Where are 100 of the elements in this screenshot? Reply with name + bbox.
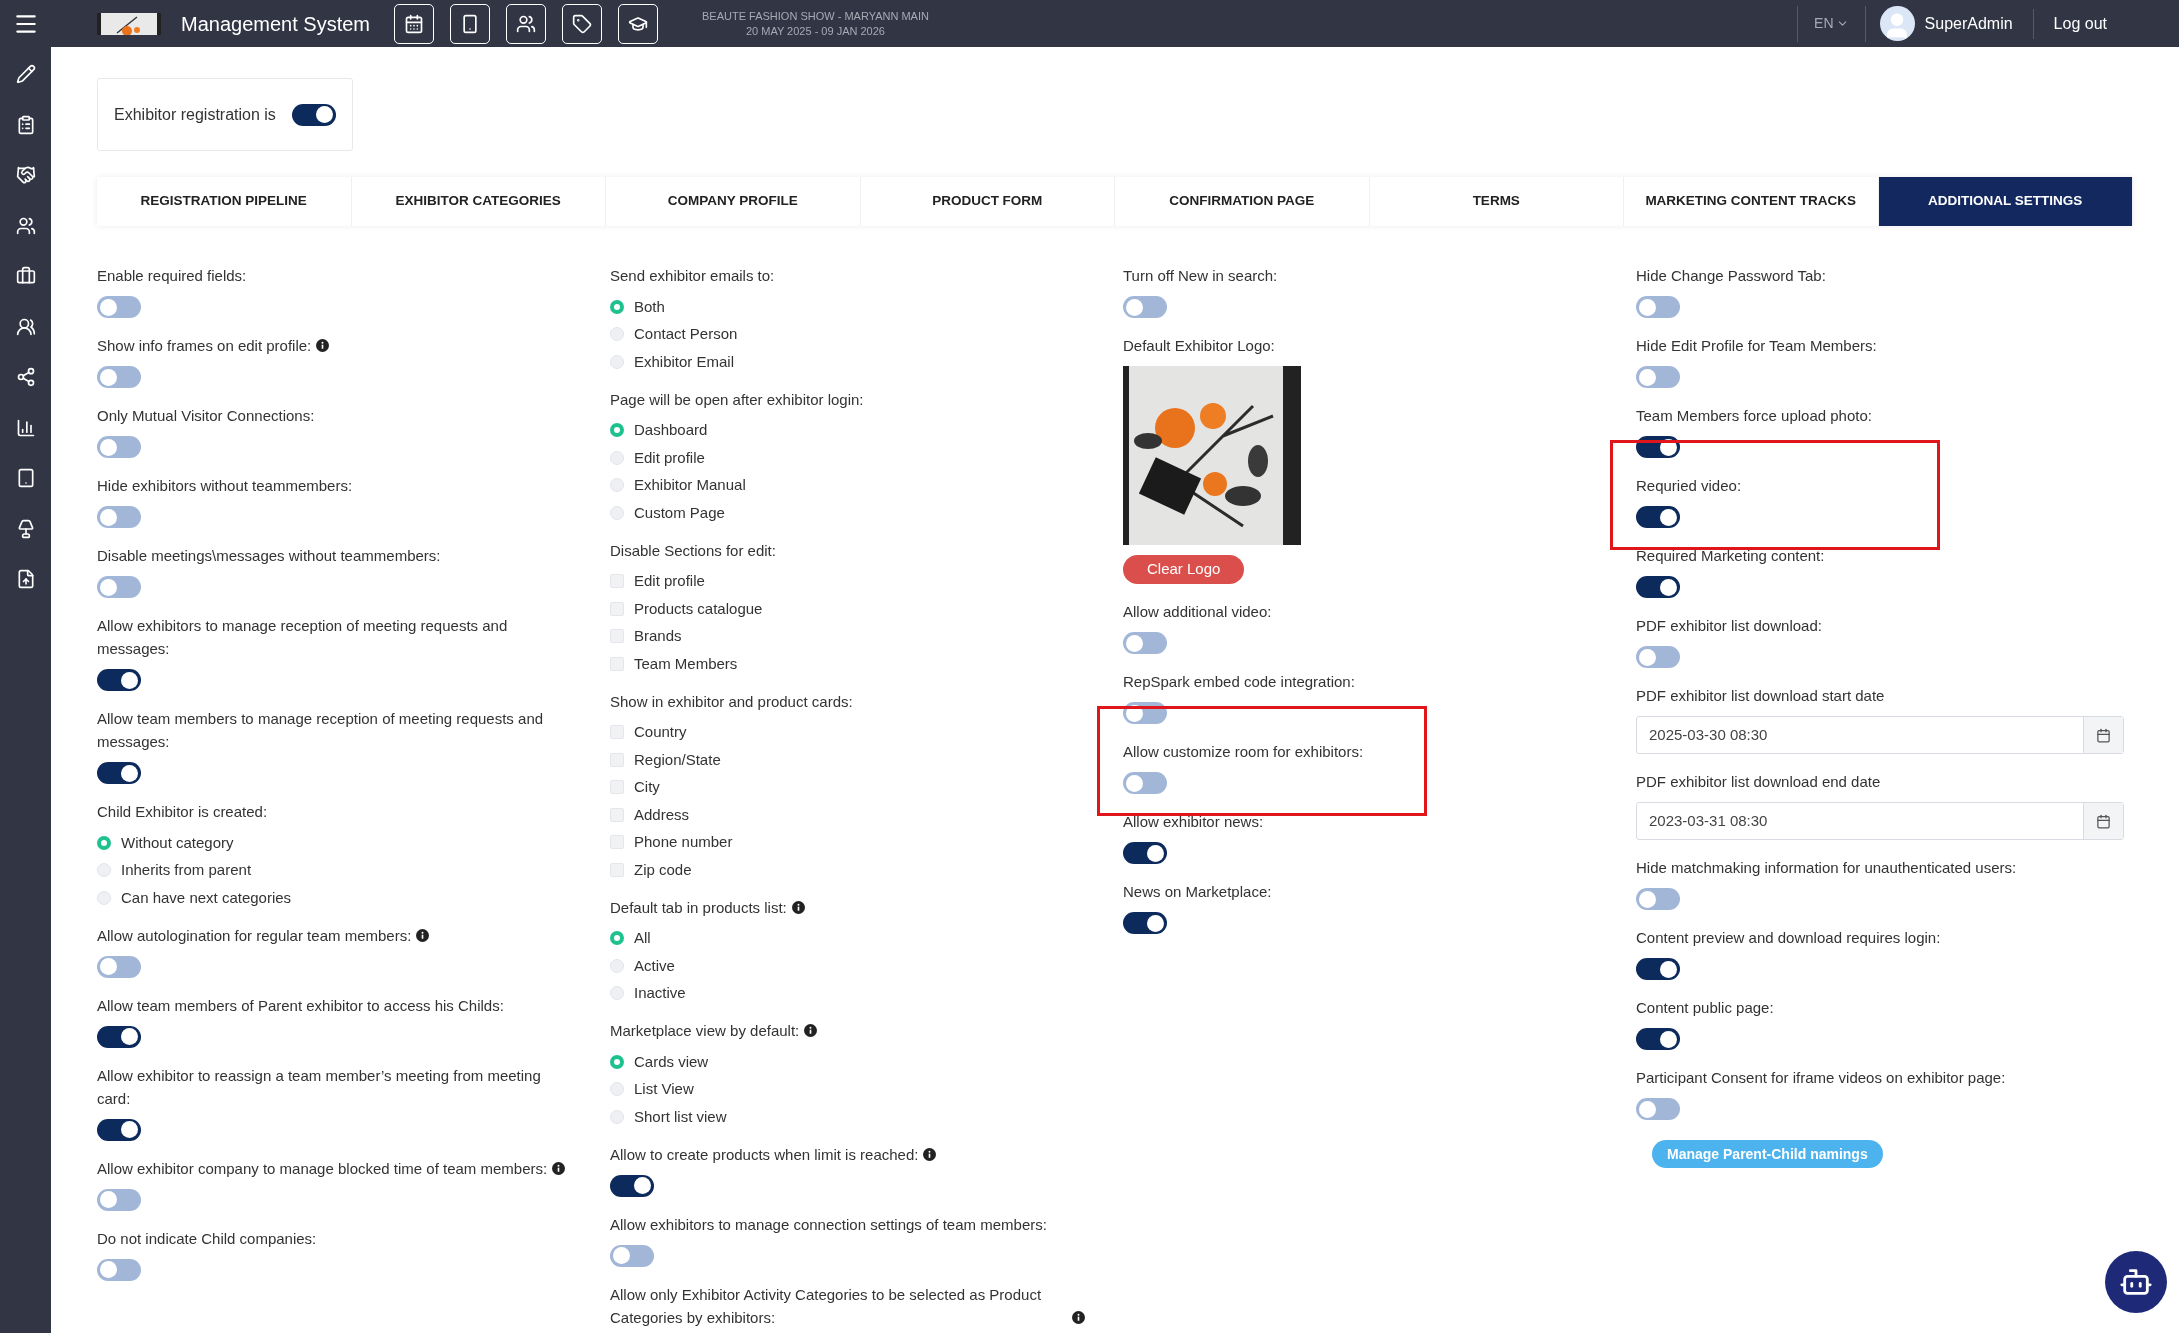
toggle-switch[interactable] [97,1118,141,1141]
users-icon[interactable] [15,316,36,337]
toggle-switch[interactable] [1636,296,1680,318]
radio-button[interactable] [97,835,111,850]
checkbox[interactable] [610,862,624,877]
checkbox[interactable] [610,656,624,671]
share-icon[interactable] [15,367,36,387]
tab[interactable]: ADDITIONAL SETTINGS [1878,177,2133,226]
bar-chart-icon[interactable] [15,417,36,438]
phone-icon [460,13,480,34]
setting-label: Allow exhibitor company to manage blocked time of team members: [97,1158,548,1179]
checkbox-label: Zip code [634,859,692,880]
toggle-switch[interactable] [97,669,141,691]
setting-label: Do not indicate Child companies: [97,1228,317,1249]
checkbox[interactable] [610,835,624,850]
language-selector[interactable]: EN [1798,13,1865,34]
toggle-switch[interactable] [97,506,141,528]
checkbox[interactable] [610,574,624,589]
calendar-button[interactable] [394,3,434,44]
registration-toggle[interactable] [291,103,336,126]
setting-label: Allow exhibitor to reassign a team member’s meeting from meeting card: [97,1065,542,1109]
radio-label: Exhibitor Manual [634,475,746,495]
checkbox[interactable] [610,752,624,767]
setting-label: Hide Edit Profile for Team Members: [1636,336,1877,356]
toggle-switch[interactable] [97,762,141,784]
pencil-icon[interactable] [15,64,36,84]
toggle-switch[interactable] [1636,506,1680,528]
clear-logo-button[interactable]: Clear Logo [1123,555,1245,584]
setting-label: PDF exhibitor list download: [1636,616,1822,636]
toggle-switch[interactable] [97,436,141,458]
radio-button[interactable] [610,299,624,314]
phone-button[interactable] [450,3,490,44]
radio-label: Short list view [634,1106,727,1127]
radio-label: Inherits from parent [121,860,252,880]
checkbox[interactable] [610,807,624,822]
user-name[interactable]: SuperAdmin [1924,11,2013,36]
radio-button[interactable] [610,423,624,438]
toggle-switch[interactable] [610,1174,654,1197]
avatar[interactable] [1879,6,1915,41]
setting-label: Send exhibitor emails to: [610,266,775,286]
toggle-switch[interactable] [97,1188,141,1211]
radio-button[interactable] [610,931,624,946]
group-icon[interactable] [15,215,36,236]
toggle-switch[interactable] [1123,912,1167,934]
tab[interactable]: CONFIRMATION PAGE [1115,177,1370,226]
toggle-switch[interactable] [97,955,141,978]
checkbox[interactable] [610,725,624,740]
setting-label: RepSpark embed code integration: [1123,672,1355,692]
date-field[interactable]: 2023-03-31 08:30 [1636,802,2124,840]
toggle-switch[interactable] [1123,772,1167,794]
toggle-switch[interactable] [1636,1098,1680,1120]
users-button[interactable] [506,3,546,44]
setting-label: Disable meetings\messages without teammembers: [97,546,441,566]
tag-button[interactable] [562,3,602,44]
checkbox[interactable] [610,780,624,795]
graduation-cap-button[interactable] [618,3,658,44]
calendar-icon [2096,813,2111,829]
setting-label: Hide matchmaking information for unauthenticated users: [1636,858,2017,878]
radio-label: Edit profile [634,447,705,468]
checkbox-label: Products catalogue [634,598,763,619]
radio-label: Both [634,296,665,317]
toggle-switch[interactable] [610,1244,654,1267]
registration-label: Exhibitor registration is [114,104,276,125]
calendar-icon [2096,727,2111,743]
toggle-switch[interactable] [1636,366,1680,388]
date-field[interactable]: 2025-03-30 08:30 [1636,716,2124,754]
tab[interactable]: TERMS [1369,177,1624,226]
toggle-switch[interactable] [97,1025,141,1048]
toggle-switch[interactable] [1123,632,1167,654]
setting-label: Show in exhibitor and product cards: [610,691,853,712]
toggle-switch[interactable] [1123,296,1167,318]
toggle-switch[interactable] [97,576,141,598]
tab[interactable]: REGISTRATION PIPELINE [97,177,352,226]
briefcase-icon[interactable] [15,266,36,286]
setting-label: Participant Consent for iframe videos on exhibitor page: [1636,1068,2006,1088]
logout-link[interactable]: Log out [2033,11,2127,36]
setting-label: Allow team members of Parent exhibitor to access his Childs: [97,995,504,1016]
setting-label: Page will be open after exhibitor login: [610,389,864,410]
calendar-icon [404,13,424,34]
tab[interactable]: EXHIBITOR CATEGORIES [351,177,606,226]
toggle-switch[interactable] [1636,958,1680,980]
toggle-switch[interactable] [97,366,141,388]
toggle-switch[interactable] [1123,842,1167,864]
checkbox-label: Edit profile [634,571,705,591]
radio-button[interactable] [610,1054,624,1069]
toggle-switch[interactable] [97,296,141,318]
setting-label: Marketplace view by default: [610,1021,800,1041]
tab[interactable]: PRODUCT FORM [860,177,1115,226]
toggle-switch[interactable] [1636,888,1680,910]
toggle-switch[interactable] [1636,576,1680,598]
checkbox[interactable] [610,629,624,644]
tab[interactable]: MARKETING CONTENT TRACKS [1624,177,1879,226]
toggle-switch[interactable] [1636,1028,1680,1050]
tab[interactable]: COMPANY PROFILE [606,177,861,226]
radio-label: Inactive [634,983,686,1003]
toggle-switch[interactable] [1636,646,1680,668]
handshake-icon[interactable] [15,165,36,185]
checkbox[interactable] [610,601,624,616]
radio-label: Dashboard [634,420,708,440]
toggle-switch[interactable] [97,1258,141,1281]
